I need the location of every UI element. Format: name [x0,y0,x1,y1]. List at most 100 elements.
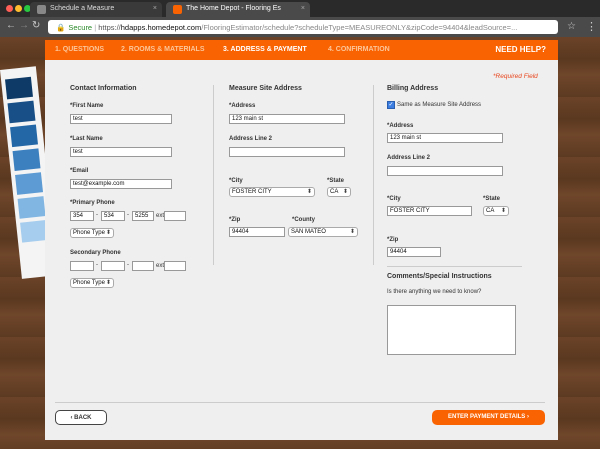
measure-site-heading: Measure Site Address [229,85,302,92]
select-value: CA [330,189,339,195]
billing-zip-input[interactable]: 94404 [387,247,441,257]
secure-label: Secure [68,23,93,32]
measure-zip-label: *Zip [229,217,241,223]
secondary-phone-label: Secondary Phone [70,250,121,256]
step-rooms-materials[interactable]: 2. ROOMS & MATERIALS [121,46,204,53]
secondary-phone-area-input[interactable] [70,261,94,271]
need-help-link[interactable]: NEED HELP? [495,45,546,54]
browser-tabbar: Schedule a Measure × The Home Depot - Fl… [0,0,600,17]
home-depot-favicon-icon [173,5,182,14]
phone-dash: - [96,212,98,218]
url-host: hdapps.homedepot.com [120,23,202,32]
measure-address-label: *Address [229,103,256,109]
tab-close-icon[interactable]: × [301,5,305,12]
select-value: SAN MATEO [291,229,326,235]
phone-dash: - [127,262,129,268]
measure-city-select[interactable]: FOSTER CITY ⬍ [229,187,315,197]
primary-phone-area-input[interactable]: 354 [70,211,94,221]
secondary-ext-input[interactable] [164,261,186,271]
tab-close-icon[interactable]: × [153,5,157,12]
back-arrow-icon[interactable]: ← [6,21,16,31]
tab-title: Schedule a Measure [50,5,115,12]
select-value: CA [486,208,495,214]
billing-city-label: *City [387,196,401,202]
measure-state-label: *State [327,178,345,184]
select-arrow-icon: ⬍ [342,189,348,195]
select-arrow-icon: ⬍ [349,229,355,235]
close-window-button[interactable] [6,5,13,12]
billing-state-label: *State [483,196,501,202]
select-value: FOSTER CITY [232,189,272,195]
primary-phone-type-select[interactable]: Phone Type ⬍ [70,228,114,238]
last-name-input[interactable]: test [70,147,172,157]
billing-city-input[interactable]: FOSTER CITY [387,206,472,216]
address-bar[interactable]: 🔒 Secure | https://hdapps.homedepot.com/F… [48,20,558,34]
secondary-phone-prefix-input[interactable] [101,261,125,271]
select-arrow-icon: ⬍ [105,230,111,236]
billing-address2-label: Address Line 2 [387,155,431,161]
page-icon [37,5,46,14]
browser-toolbar: ← → ↻ 🔒 Secure | https://hdapps.homedepot… [0,17,600,37]
secondary-phone-type-select[interactable]: Phone Type ⬍ [70,278,114,288]
measure-city-label: *City [229,178,243,184]
primary-phone-prefix-input[interactable]: 534 [101,211,125,221]
billing-heading: Billing Address [387,85,439,92]
billing-address-label: *Address [387,123,414,129]
first-name-label: *First Name [70,103,104,109]
required-field-note: *Required Field [493,73,538,80]
forward-arrow-icon[interactable]: → [19,21,29,31]
lock-icon: 🔒 [56,23,66,32]
measure-address2-input[interactable] [229,147,345,157]
phone-dash: - [96,262,98,268]
select-value: Phone Type [73,280,105,286]
minimize-window-button[interactable] [15,5,22,12]
email-input[interactable]: test@example.com [70,179,172,189]
bookmark-star-icon[interactable]: ☆ [567,21,576,32]
progress-bar: 1. QUESTIONS 2. ROOMS & MATERIALS 3. ADD… [45,40,558,60]
measure-address2-label: Address Line 2 [229,136,273,142]
select-arrow-icon: ⬍ [500,208,506,214]
enter-payment-details-button[interactable]: ENTER PAYMENT DETAILS › [432,410,545,425]
step-confirmation: 4. CONFIRMATION [328,46,390,53]
secondary-phone-line-input[interactable] [132,261,154,271]
comments-textarea[interactable] [387,305,516,355]
measure-county-label: *County [292,217,315,223]
primary-phone-line-input[interactable]: 5255 [132,211,154,221]
step-questions[interactable]: 1. QUESTIONS [55,46,104,53]
billing-state-select[interactable]: CA ⬍ [483,206,509,216]
billing-address2-input[interactable] [387,166,503,176]
schedule-form-page: 1. QUESTIONS 2. ROOMS & MATERIALS 3. ADD… [45,40,558,440]
select-arrow-icon: ⬍ [105,280,111,286]
tab-flooring-estimator[interactable]: The Home Depot - Flooring Es × [166,2,310,17]
primary-phone-label: *Primary Phone [70,200,115,206]
measure-zip-input[interactable]: 94404 [229,227,285,237]
column-divider [213,85,214,265]
column-divider [373,85,374,265]
url-path: /FlooringEstimator/schedule?scheduleType… [201,23,518,32]
tab-title: The Home Depot - Flooring Es [186,5,281,12]
browser-menu-icon[interactable]: ⋮ [586,20,597,33]
billing-address-input[interactable]: 123 main st [387,133,503,143]
reload-icon[interactable]: ↻ [32,21,40,31]
comments-heading: Comments/Special Instructions [387,273,492,280]
measure-address-input[interactable]: 123 main st [229,114,345,124]
measure-county-select[interactable]: SAN MATEO ⬍ [288,227,358,237]
select-arrow-icon: ⬍ [306,189,312,195]
back-button[interactable]: ‹ BACK [55,410,107,425]
measure-state-select[interactable]: CA ⬍ [327,187,351,197]
first-name-input[interactable]: test [70,114,172,124]
email-label: *Email [70,168,89,174]
step-address-payment: 3. ADDRESS & PAYMENT [223,46,307,53]
comments-question: Is there anything we need to know? [387,289,482,295]
primary-ext-input[interactable] [164,211,186,221]
last-name-label: *Last Name [70,136,103,142]
phone-dash: - [127,212,129,218]
billing-zip-label: *Zip [387,237,399,243]
tab-schedule-measure[interactable]: Schedule a Measure × [30,2,162,17]
same-address-checkbox[interactable]: ✓ [387,101,395,109]
contact-heading: Contact Information [70,85,137,92]
same-address-label[interactable]: Same as Measure Site Address [397,102,481,108]
footer-divider [55,402,545,403]
section-divider [387,266,522,267]
url-scheme: https:// [98,23,121,32]
